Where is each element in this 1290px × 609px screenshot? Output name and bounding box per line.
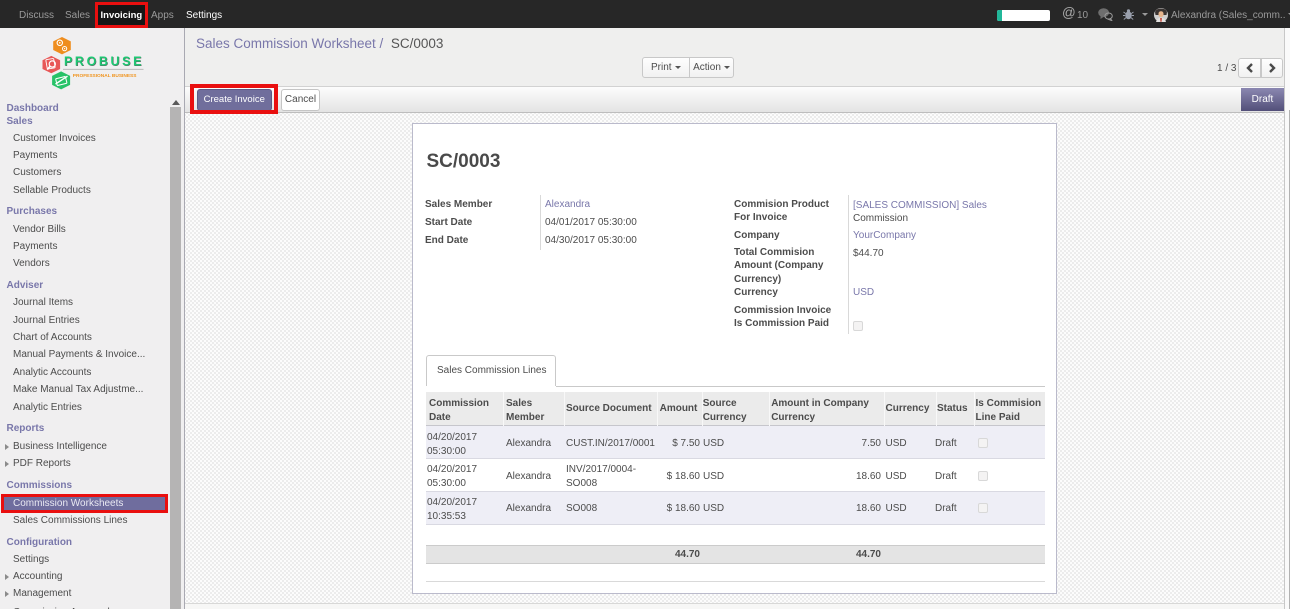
- svg-text:PROFESSIONAL BUSINESS: PROFESSIONAL BUSINESS: [73, 73, 137, 79]
- svg-text:PROBUSE: PROBUSE: [64, 55, 144, 69]
